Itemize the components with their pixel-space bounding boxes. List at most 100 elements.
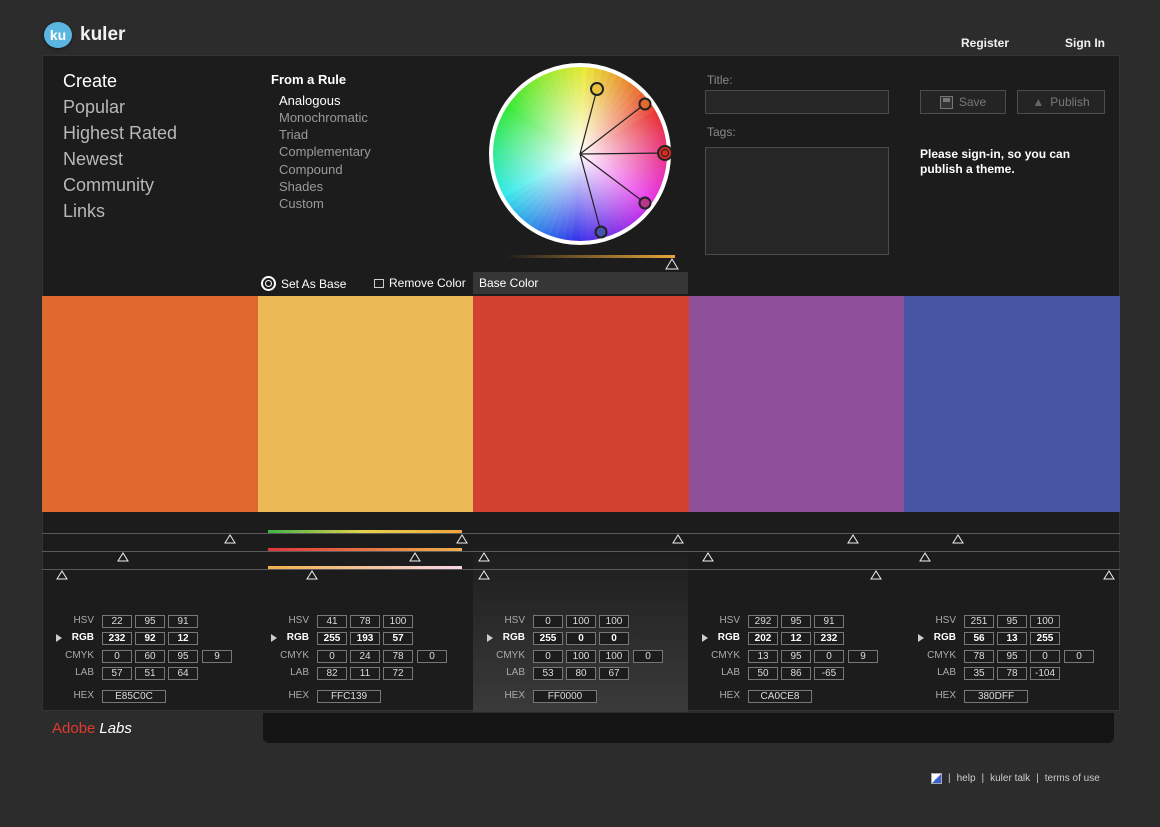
hsv-s-field[interactable]: 78	[350, 615, 380, 628]
nav-newest[interactable]: Newest	[63, 149, 123, 170]
lab-a-field[interactable]: 11	[350, 667, 380, 680]
rgb-g-field[interactable]: 12	[781, 632, 811, 645]
brightness-slider[interactable]	[505, 252, 685, 272]
swatch-5[interactable]	[904, 296, 1120, 512]
nav-links[interactable]: Links	[63, 201, 105, 222]
wheel-handle-2[interactable]	[638, 97, 652, 111]
hsv-s-field[interactable]: 95	[781, 615, 811, 628]
nav-popular[interactable]: Popular	[63, 97, 125, 118]
cmyk-c-field[interactable]: 0	[102, 650, 132, 663]
lab-l-field[interactable]: 35	[964, 667, 994, 680]
hex-field[interactable]: FF0000	[533, 690, 597, 703]
cmyk-k-field[interactable]: 0	[633, 650, 663, 663]
lab-b-field[interactable]: 67	[599, 667, 629, 680]
lab-a-field[interactable]: 80	[566, 667, 596, 680]
rgb-b-field[interactable]: 57	[383, 632, 413, 645]
cmyk-y-field[interactable]: 0	[1030, 650, 1060, 663]
rgb-g-field[interactable]: 193	[350, 632, 380, 645]
rgb-b-field[interactable]: 12	[168, 632, 198, 645]
cmyk-m-field[interactable]: 60	[135, 650, 165, 663]
tags-input[interactable]	[705, 147, 889, 255]
hsv-h-field[interactable]: 0	[533, 615, 563, 628]
hsv-h-field[interactable]: 251	[964, 615, 994, 628]
channel-markers[interactable]	[42, 515, 1120, 585]
nav-create[interactable]: Create	[63, 71, 117, 92]
channel-sliders[interactable]	[42, 515, 1120, 585]
hsv-v-field[interactable]: 100	[1030, 615, 1060, 628]
rgb-g-field[interactable]: 0	[566, 632, 596, 645]
nav-community[interactable]: Community	[63, 175, 154, 196]
cmyk-c-field[interactable]: 0	[533, 650, 563, 663]
lab-b-field[interactable]: 64	[168, 667, 198, 680]
hsv-h-field[interactable]: 292	[748, 615, 778, 628]
remove-color-button[interactable]: Remove Color	[374, 276, 466, 290]
lab-a-field[interactable]: 86	[781, 667, 811, 680]
rule-shades[interactable]: Shades	[279, 179, 323, 194]
cmyk-m-field[interactable]: 95	[997, 650, 1027, 663]
swatch-1[interactable]	[42, 296, 258, 512]
cmyk-y-field[interactable]: 78	[383, 650, 413, 663]
title-input[interactable]	[705, 90, 889, 114]
rule-triad[interactable]: Triad	[279, 127, 308, 142]
rgb-g-field[interactable]: 13	[997, 632, 1027, 645]
hsv-s-field[interactable]: 95	[135, 615, 165, 628]
rgb-b-field[interactable]: 0	[599, 632, 629, 645]
rgb-r-field[interactable]: 255	[317, 632, 347, 645]
lab-l-field[interactable]: 50	[748, 667, 778, 680]
lab-a-field[interactable]: 78	[997, 667, 1027, 680]
hsv-v-field[interactable]: 100	[383, 615, 413, 628]
kuler-logo-badge[interactable]: ku	[44, 22, 72, 48]
nav-highest-rated[interactable]: Highest Rated	[63, 123, 177, 144]
wheel-handle-5[interactable]	[594, 225, 608, 239]
lab-b-field[interactable]: -104	[1030, 667, 1060, 680]
lab-b-field[interactable]: -65	[814, 667, 844, 680]
hsv-v-field[interactable]: 91	[814, 615, 844, 628]
cmyk-c-field[interactable]: 13	[748, 650, 778, 663]
rule-monochromatic[interactable]: Monochromatic	[279, 110, 368, 125]
cmyk-k-field[interactable]: 9	[202, 650, 232, 663]
rgb-r-field[interactable]: 56	[964, 632, 994, 645]
cmyk-k-field[interactable]: 0	[417, 650, 447, 663]
lab-l-field[interactable]: 53	[533, 667, 563, 680]
hsv-v-field[interactable]: 100	[599, 615, 629, 628]
rgb-b-field[interactable]: 232	[814, 632, 844, 645]
wheel-handle-4[interactable]	[638, 196, 652, 210]
swatch-3-base[interactable]	[473, 296, 689, 512]
cmyk-m-field[interactable]: 95	[781, 650, 811, 663]
register-link[interactable]: Register	[961, 36, 1009, 50]
hsv-h-field[interactable]: 41	[317, 615, 347, 628]
save-button[interactable]: Save	[920, 90, 1006, 114]
rule-compound[interactable]: Compound	[279, 162, 343, 177]
cmyk-c-field[interactable]: 0	[317, 650, 347, 663]
hsv-v-field[interactable]: 91	[168, 615, 198, 628]
cmyk-k-field[interactable]: 9	[848, 650, 878, 663]
kuler-talk-link[interactable]: kuler talk	[990, 773, 1030, 784]
lab-a-field[interactable]: 51	[135, 667, 165, 680]
lab-l-field[interactable]: 82	[317, 667, 347, 680]
cmyk-m-field[interactable]: 100	[566, 650, 596, 663]
cmyk-c-field[interactable]: 78	[964, 650, 994, 663]
swatch-2[interactable]	[257, 296, 474, 512]
swatch-4[interactable]	[688, 296, 905, 512]
sign-in-link[interactable]: Sign In	[1065, 36, 1105, 50]
lab-b-field[interactable]: 72	[383, 667, 413, 680]
rgb-g-field[interactable]: 92	[135, 632, 165, 645]
rgb-b-field[interactable]: 255	[1030, 632, 1060, 645]
cmyk-y-field[interactable]: 95	[168, 650, 198, 663]
wheel-handle-base[interactable]	[657, 145, 672, 161]
cmyk-y-field[interactable]: 0	[814, 650, 844, 663]
set-as-base-button[interactable]: Set As Base	[261, 276, 346, 291]
cmyk-y-field[interactable]: 100	[599, 650, 629, 663]
cmyk-m-field[interactable]: 24	[350, 650, 380, 663]
flag-icon[interactable]	[931, 773, 942, 784]
wheel-handle-1[interactable]	[590, 82, 604, 96]
color-wheel[interactable]	[488, 62, 672, 246]
hex-field[interactable]: 380DFF	[964, 690, 1028, 703]
lab-l-field[interactable]: 57	[102, 667, 132, 680]
hex-field[interactable]: CA0CE8	[748, 690, 812, 703]
hsv-s-field[interactable]: 95	[997, 615, 1027, 628]
rgb-r-field[interactable]: 202	[748, 632, 778, 645]
publish-button[interactable]: ▲ Publish	[1017, 90, 1105, 114]
terms-of-use-link[interactable]: terms of use	[1045, 773, 1100, 784]
rgb-r-field[interactable]: 232	[102, 632, 132, 645]
